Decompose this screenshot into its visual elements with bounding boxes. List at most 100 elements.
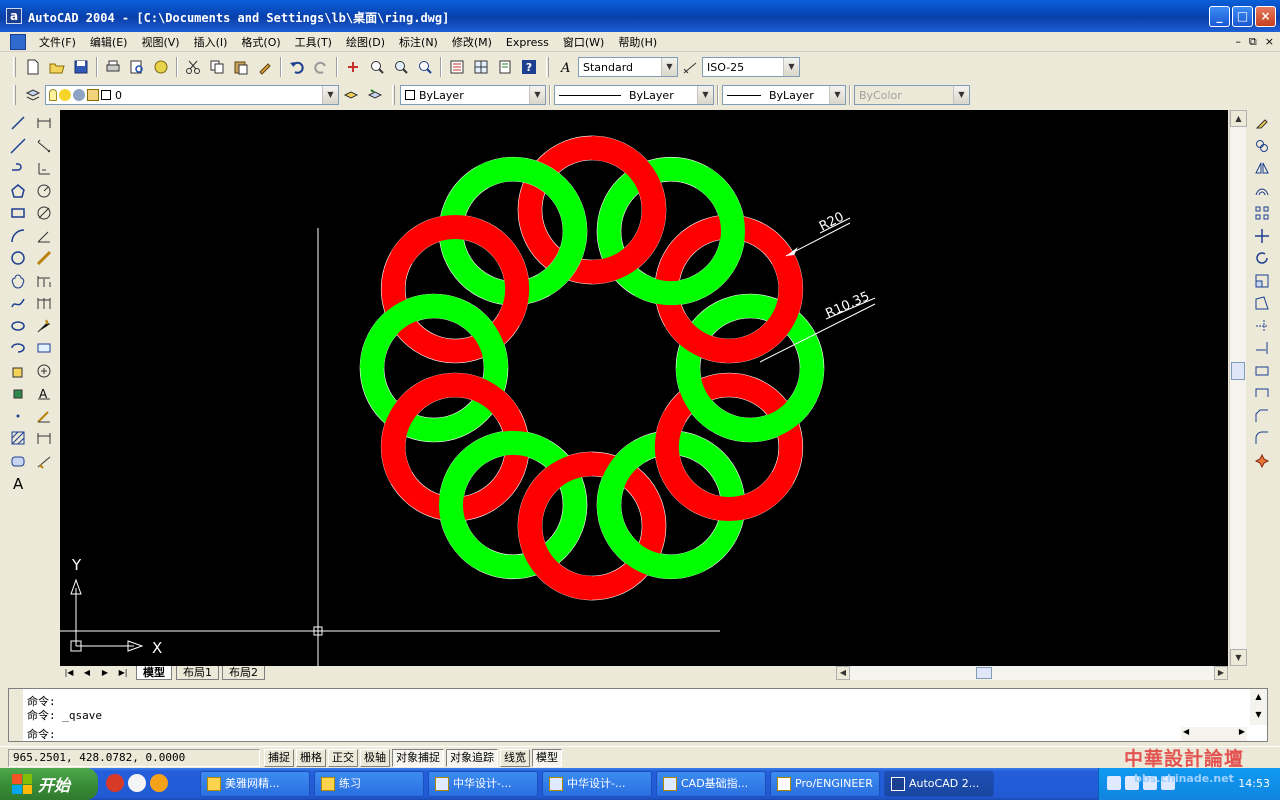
first-tab-button[interactable]: |◀ xyxy=(60,666,78,680)
horizontal-scroll-thumb[interactable] xyxy=(976,667,992,679)
scroll-up-button[interactable]: ▲ xyxy=(1230,110,1247,127)
array-icon[interactable] xyxy=(1251,202,1273,224)
command-window[interactable]: 命令: 命令: _qsave 命令: ▲ ▼ ◀ ▶ xyxy=(8,688,1268,742)
tab-model[interactable]: 模型 xyxy=(136,666,172,680)
linetype-select[interactable]: ByLayer ▼ xyxy=(554,85,714,105)
maximize-button[interactable]: □ xyxy=(1232,6,1253,27)
ellipse-icon[interactable] xyxy=(7,315,29,337)
doc-close-button[interactable]: × xyxy=(1265,35,1274,49)
autocad-app-icon[interactable]: a xyxy=(6,8,22,24)
revision-cloud-icon[interactable] xyxy=(7,270,29,292)
scroll-right-button[interactable]: ▶ xyxy=(1214,666,1228,680)
chevron-down-icon[interactable]: ▼ xyxy=(529,86,545,104)
rotate-icon[interactable] xyxy=(1251,247,1273,269)
quick-launch-help-icon[interactable] xyxy=(128,774,146,792)
vertical-scrollbar[interactable]: ▲ ▼ xyxy=(1229,110,1247,666)
paste-icon[interactable] xyxy=(230,56,252,78)
zoom-window-icon[interactable] xyxy=(390,56,412,78)
rectangle-icon[interactable] xyxy=(7,202,29,224)
otrack-toggle[interactable]: 对象追踪 xyxy=(446,749,498,767)
aligned-dimension-icon[interactable] xyxy=(33,135,55,157)
print-icon[interactable] xyxy=(102,56,124,78)
command-window-grip[interactable] xyxy=(9,689,23,741)
pan-icon[interactable] xyxy=(342,56,364,78)
command-prompt[interactable]: 命令: xyxy=(27,726,56,742)
undo-icon[interactable] xyxy=(286,56,308,78)
menu-file[interactable]: 文件(F) xyxy=(32,35,83,50)
chevron-down-icon[interactable]: ▼ xyxy=(697,86,713,104)
hatch-icon[interactable] xyxy=(7,427,29,449)
dimension-edit-icon[interactable]: A xyxy=(33,382,55,404)
coordinate-readout[interactable]: 965.2501, 428.0782, 0.0000 xyxy=(8,749,260,767)
multiline-text-icon[interactable]: A xyxy=(7,472,29,494)
explode-icon[interactable] xyxy=(1251,450,1273,472)
point-icon[interactable] xyxy=(7,405,29,427)
arc-icon[interactable] xyxy=(7,225,29,247)
menu-edit[interactable]: 编辑(E) xyxy=(83,35,135,50)
title-bar[interactable]: a AutoCAD 2004 - [C:\Documents and Setti… xyxy=(0,0,1280,32)
taskbar-item-active[interactable]: AutoCAD 2... xyxy=(884,771,994,797)
zoom-realtime-icon[interactable] xyxy=(366,56,388,78)
taskbar-item[interactable]: Pro/ENGINEER xyxy=(770,771,880,797)
taskbar-item[interactable]: 美雅网精... xyxy=(200,771,310,797)
match-properties-icon[interactable] xyxy=(254,56,276,78)
clock[interactable]: 14:53 xyxy=(1238,777,1270,790)
styles-toolbar-grip[interactable] xyxy=(546,57,549,77)
dimension-r20[interactable]: R20 xyxy=(785,210,851,257)
menu-view[interactable]: 视图(V) xyxy=(134,35,186,50)
model-space-toggle[interactable]: 模型 xyxy=(532,749,562,767)
tab-layout2[interactable]: 布局2 xyxy=(222,666,265,680)
dim-style-select[interactable]: ISO-25 ▼ xyxy=(702,57,800,77)
doc-minimize-button[interactable]: – xyxy=(1235,35,1241,49)
baseline-dimension-icon[interactable] xyxy=(33,270,55,292)
tray-network-icon[interactable] xyxy=(1107,776,1121,790)
ordinate-dimension-icon[interactable] xyxy=(33,157,55,179)
scale-icon[interactable] xyxy=(1251,270,1273,292)
leader-icon[interactable] xyxy=(33,315,55,337)
snap-toggle[interactable]: 捕捉 xyxy=(264,749,294,767)
tolerance-icon[interactable] xyxy=(33,337,55,359)
save-icon[interactable] xyxy=(70,56,92,78)
next-tab-button[interactable]: ▶ xyxy=(96,666,114,680)
chamfer-icon[interactable] xyxy=(1251,405,1273,427)
design-center-icon[interactable] xyxy=(470,56,492,78)
horizontal-scrollbar[interactable]: ◀ ▶ xyxy=(836,666,1228,680)
menu-draw[interactable]: 绘图(D) xyxy=(339,35,392,50)
erase-icon[interactable] xyxy=(1251,112,1273,134)
layer-previous-icon[interactable] xyxy=(364,84,386,106)
stretch-icon[interactable] xyxy=(1251,292,1273,314)
line-icon[interactable] xyxy=(7,112,29,134)
linear-dimension-icon[interactable] xyxy=(33,112,55,134)
publish-icon[interactable] xyxy=(150,56,172,78)
continue-dimension-icon[interactable] xyxy=(33,292,55,314)
angular-dimension-icon[interactable] xyxy=(33,225,55,247)
cut-icon[interactable] xyxy=(182,56,204,78)
radius-dimension-icon[interactable] xyxy=(33,180,55,202)
scroll-left-button[interactable]: ◀ xyxy=(836,666,850,680)
diameter-dimension-icon[interactable] xyxy=(33,202,55,224)
lineweight-select[interactable]: ByLayer ▼ xyxy=(722,85,846,105)
quick-dimension-icon[interactable] xyxy=(33,247,55,269)
minimize-button[interactable]: _ xyxy=(1209,6,1230,27)
menu-format[interactable]: 格式(O) xyxy=(234,35,287,50)
dimension-update-icon[interactable] xyxy=(33,427,55,449)
polygon-icon[interactable] xyxy=(7,180,29,202)
insert-block-icon[interactable] xyxy=(7,360,29,382)
taskbar-item[interactable]: 练习 xyxy=(314,771,424,797)
document-icon[interactable] xyxy=(10,34,26,50)
circle-icon[interactable] xyxy=(7,247,29,269)
print-preview-icon[interactable] xyxy=(126,56,148,78)
start-button[interactable]: 开始 xyxy=(0,768,98,800)
new-icon[interactable] xyxy=(22,56,44,78)
menu-dimension[interactable]: 标注(N) xyxy=(392,35,445,50)
quick-launch-app-icon[interactable] xyxy=(106,774,124,792)
mirror-icon[interactable] xyxy=(1251,157,1273,179)
spline-icon[interactable] xyxy=(7,292,29,314)
help-icon[interactable]: ? xyxy=(518,56,540,78)
text-style-select[interactable]: Standard ▼ xyxy=(578,57,678,77)
taskbar-item[interactable]: 中华设计-... xyxy=(428,771,538,797)
drawing-canvas[interactable]: R20 R10.35 Y X xyxy=(60,110,1228,666)
previous-tab-button[interactable]: ◀ xyxy=(78,666,96,680)
dimension-style-icon[interactable] xyxy=(33,450,55,472)
zoom-previous-icon[interactable] xyxy=(414,56,436,78)
